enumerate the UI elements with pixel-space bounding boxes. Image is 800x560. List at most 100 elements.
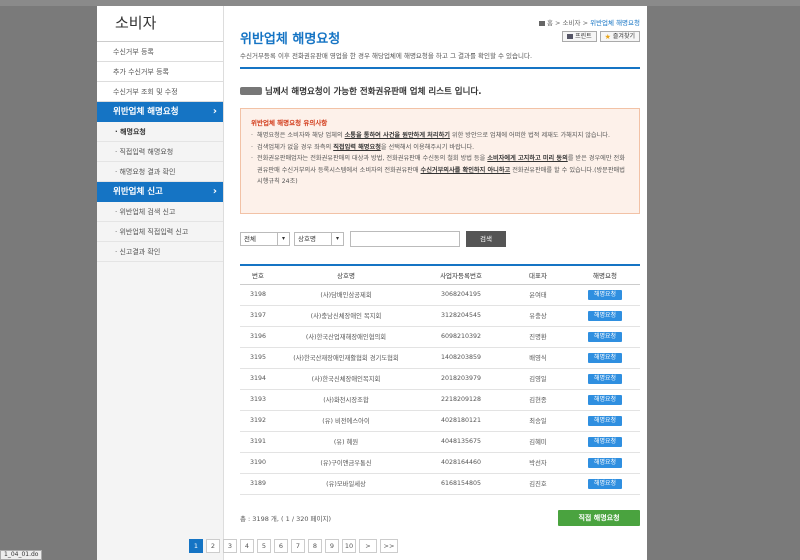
sidebar-sub-explanation-request[interactable]: · 해명요청 (97, 122, 223, 142)
explanation-request-button[interactable]: 해명요청 (588, 415, 622, 426)
table-row: 3191 (유) 혜원 4048135675 김혜미 해명요청 (240, 431, 640, 453)
explanation-request-button[interactable]: 해명요청 (588, 352, 622, 363)
row-number: 3192 (240, 410, 276, 432)
explanation-request-button[interactable]: 해명요청 (588, 331, 622, 342)
row-company: (사)화천시장조합 (276, 389, 416, 411)
col-company: 상호명 (276, 265, 416, 285)
table-row: 3193 (사)화천시장조합 2218209128 김현종 해명요청 (240, 389, 640, 411)
sidebar: 소비자 수신거부 등록 추가 수신거부 등록 수신거부 조회 및 수정 위반업체… (97, 6, 224, 560)
table-row: 3196 (사)한국산업재해장애인협의회 6098210392 진명환 해명요청 (240, 326, 640, 348)
row-representative: 김진호 (506, 473, 570, 495)
row-number: 3196 (240, 326, 276, 348)
row-number: 3193 (240, 389, 276, 411)
sidebar-section-explanation-request[interactable]: 위반업체 해명요청 › (97, 102, 223, 122)
page-description: 수신거부등록 이후 전화권유판매 영업을 한 경우 해당업체에 해명요청을 하고… (240, 52, 533, 60)
sidebar-item-optout-register[interactable]: 수신거부 등록 (97, 42, 223, 62)
row-business-no: 3128204545 (416, 305, 506, 327)
row-action: 해명요청 (570, 389, 640, 411)
sidebar-sub-explanation-result[interactable]: · 해명요청 결과 확인 (97, 162, 223, 182)
sidebar-title: 소비자 (97, 6, 223, 42)
scope-select[interactable]: 전체 ▾ (240, 232, 290, 246)
page-button[interactable]: 3 (223, 539, 237, 553)
page-button[interactable]: 4 (240, 539, 254, 553)
company-table: 번호 상호명 사업자등록번호 대표자 해명요청 3198 (사)담배인삼공제회 30… (240, 264, 640, 495)
row-number: 3197 (240, 305, 276, 327)
col-action: 해명요청 (570, 265, 640, 285)
field-select[interactable]: 상호명 ▾ (294, 232, 344, 246)
row-company: (사)충남신체장애인 복지회 (276, 305, 416, 327)
explanation-request-button[interactable]: 해명요청 (588, 394, 622, 405)
explanation-request-button[interactable]: 해명요청 (588, 310, 622, 321)
row-representative: 김현종 (506, 389, 570, 411)
sidebar-section-violation-report[interactable]: 위반업체 신고 › (97, 182, 223, 202)
explanation-request-button[interactable]: 해명요청 (588, 478, 622, 489)
sidebar-item-optout-lookup[interactable]: 수신거부 조회 및 수정 (97, 82, 223, 102)
page-button[interactable]: 5 (257, 539, 271, 553)
notice-emphasis: 소통을 통하여 사건을 원만하게 처리하기 (344, 132, 450, 139)
explanation-request-button[interactable]: 해명요청 (588, 373, 622, 384)
print-button[interactable]: 프린트 (562, 31, 597, 42)
row-company: (유) 혜원 (276, 431, 416, 453)
status-bar: 1_04_01.do (0, 550, 43, 560)
sidebar-sub-direct-explanation[interactable]: · 직접입력 해명요청 (97, 142, 223, 162)
row-number: 3195 (240, 347, 276, 369)
row-number: 3198 (240, 284, 276, 306)
sidebar-sub-search-report[interactable]: · 위반업체 검색 신고 (97, 202, 223, 222)
row-business-no: 4048135675 (416, 431, 506, 453)
row-action: 해명요청 (570, 452, 640, 474)
page-button[interactable]: 6 (274, 539, 288, 553)
last-page-button[interactable]: >> (380, 539, 398, 553)
search-input[interactable] (350, 231, 460, 247)
row-representative: 김영일 (506, 368, 570, 390)
row-representative: 진명환 (506, 326, 570, 348)
row-action: 해명요청 (570, 473, 640, 495)
row-action: 해명요청 (570, 305, 640, 327)
list-heading: 님께서 해명요청이 가능한 전화권유판매 업체 리스트 입니다. (240, 85, 482, 97)
row-business-no: 6168154805 (416, 473, 506, 495)
row-company: (유) 비전에스아이 (276, 410, 416, 432)
explanation-request-button[interactable]: 해명요청 (588, 436, 622, 447)
notice-text: 을 선택해서 이용해주시기 바랍니다. (380, 143, 475, 151)
page-button[interactable]: 1 (189, 539, 203, 553)
page-button[interactable]: 9 (325, 539, 339, 553)
row-business-no: 1408203859 (416, 347, 506, 369)
row-business-no: 4028180121 (416, 410, 506, 432)
direct-explanation-button[interactable]: 직접 해명요청 (558, 510, 640, 526)
search-bar: 전체 ▾ 상호명 ▾ 검색 (240, 231, 506, 247)
next-page-button[interactable]: > (359, 539, 377, 553)
search-button[interactable]: 검색 (466, 231, 506, 247)
favorite-button[interactable]: ★ 즐겨찾기 (599, 31, 640, 42)
sidebar-sub-report-result[interactable]: · 신고결과 확인 (97, 242, 223, 262)
row-business-no: 6098210392 (416, 326, 506, 348)
row-action: 해명요청 (570, 347, 640, 369)
sidebar-sub-direct-report[interactable]: · 위반업체 직접입력 신고 (97, 222, 223, 242)
table-row: 3197 (사)충남신체장애인 복지회 3128204545 유충상 해명요청 (240, 305, 640, 327)
row-representative: 배영식 (506, 347, 570, 369)
redacted-username (240, 87, 262, 95)
explanation-request-button[interactable]: 해명요청 (588, 457, 622, 468)
scope-select-value: 전체 (244, 235, 256, 243)
explanation-request-button[interactable]: 해명요청 (588, 289, 622, 300)
col-number: 번호 (240, 265, 276, 285)
page-button[interactable]: 8 (308, 539, 322, 553)
table-row: 3192 (유) 비전에스아이 4028180121 최승일 해명요청 (240, 410, 640, 432)
row-representative: 박선자 (506, 452, 570, 474)
breadcrumb-separator: > (555, 19, 561, 27)
total-count: 총 : 3198 개, ( 1 / 320 페이지) (240, 515, 332, 523)
table-row: 3195 (사)한국산재장애인재활협회 경기도협회 1408203859 배영식 해명요… (240, 347, 640, 369)
breadcrumb-home[interactable]: 홈 (547, 19, 553, 27)
chevron-down-icon: ▾ (331, 233, 343, 245)
row-number: 3191 (240, 431, 276, 453)
page-button[interactable]: 10 (342, 539, 356, 553)
notice-text: 해명요청은 소비자와 해당 업체의 (257, 132, 345, 139)
breadcrumb-consumer[interactable]: 소비자 (563, 19, 581, 27)
notice-item: 검색업체가 없을 경우 좌측의 직접입력 해명요청을 선택해서 이용해주시기 바… (251, 142, 629, 154)
row-number: 3189 (240, 473, 276, 495)
row-representative: 유충상 (506, 305, 570, 327)
chevron-right-icon: › (212, 186, 217, 197)
page-button[interactable]: 2 (206, 539, 220, 553)
sidebar-item-additional-optout[interactable]: 추가 수신거부 등록 (97, 62, 223, 82)
page-button[interactable]: 7 (291, 539, 305, 553)
chevron-down-icon: ▾ (277, 233, 289, 245)
row-company: (사)한국산재장애인재활협회 경기도협회 (276, 347, 416, 369)
